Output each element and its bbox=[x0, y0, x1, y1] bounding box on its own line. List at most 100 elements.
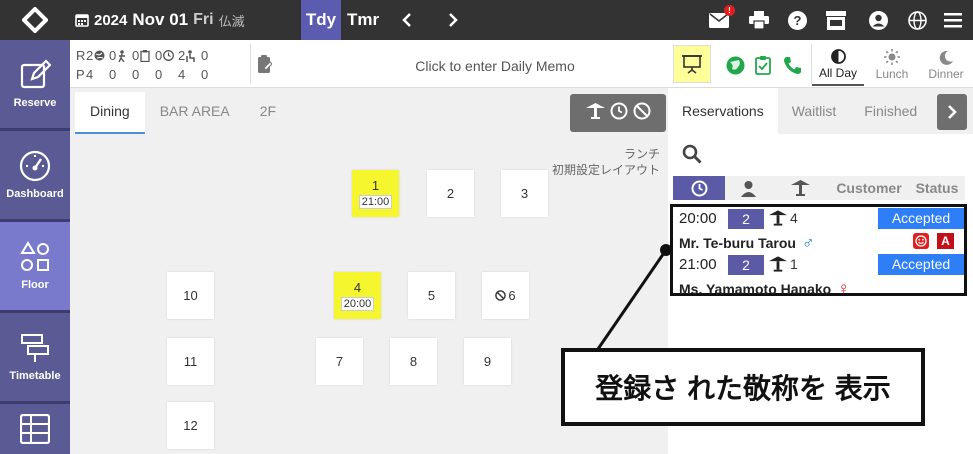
sort-time-button[interactable] bbox=[673, 176, 725, 200]
menu-button[interactable] bbox=[941, 8, 965, 32]
sidebar-item-floor[interactable]: Floor bbox=[0, 222, 70, 310]
status-badge[interactable]: Accepted bbox=[878, 254, 964, 275]
today-button[interactable]: Tdy bbox=[301, 0, 341, 40]
floor-tab-2f[interactable]: 2F bbox=[245, 92, 291, 134]
timetable-icon bbox=[21, 334, 49, 362]
table-number: 9 bbox=[483, 354, 492, 369]
stat-seated: 0 bbox=[201, 65, 224, 84]
next-day-button[interactable] bbox=[441, 0, 465, 40]
tab-reservations[interactable]: Reservations bbox=[668, 88, 778, 134]
floor-table-8[interactable]: 8 bbox=[390, 338, 437, 385]
store-button[interactable] bbox=[824, 8, 848, 32]
floor-tab-bar-area[interactable]: BAR AREA bbox=[145, 92, 245, 134]
mail-button[interactable]: ! bbox=[707, 5, 735, 32]
table-time: 21:00 bbox=[358, 195, 393, 209]
person-icon bbox=[740, 180, 756, 197]
globe-small-icon bbox=[94, 50, 105, 61]
date-display[interactable]: 2024 Nov 01 Fri 仏滅 bbox=[75, 0, 245, 40]
floor-table-11[interactable]: 11 bbox=[167, 338, 214, 385]
floor-table-5[interactable]: 5 bbox=[408, 272, 455, 319]
table-number: 1 bbox=[790, 256, 798, 272]
svg-text:?: ? bbox=[793, 13, 801, 28]
date-month-day: Nov 01 bbox=[132, 10, 189, 29]
sidebar-item-reserve[interactable]: Reserve bbox=[0, 40, 70, 128]
floor-table-2[interactable]: 2 bbox=[427, 170, 474, 217]
floor-tab-dining[interactable]: Dining bbox=[75, 92, 145, 134]
table-number: 12 bbox=[183, 418, 198, 433]
sidebar-item-label: Timetable bbox=[9, 370, 61, 382]
phone-button[interactable] bbox=[782, 55, 802, 75]
floor-table-6[interactable]: 6 bbox=[482, 272, 529, 319]
floor-table-9[interactable]: 9 bbox=[464, 338, 511, 385]
floor-table-7[interactable]: 7 bbox=[316, 338, 363, 385]
stat-value: 2 bbox=[178, 48, 186, 63]
party-size: 2 bbox=[728, 255, 764, 275]
account-button[interactable] bbox=[866, 8, 890, 32]
seated-icon bbox=[186, 49, 195, 62]
search-icon bbox=[682, 144, 702, 164]
tab-waitlist[interactable]: Waitlist bbox=[778, 88, 851, 134]
sidebar-item-dashboard[interactable]: Dashboard bbox=[0, 131, 70, 219]
table-number: 3 bbox=[520, 186, 529, 201]
time-view-button[interactable] bbox=[610, 102, 628, 125]
block-table-button[interactable] bbox=[633, 102, 651, 125]
column-customer[interactable]: Customer bbox=[829, 176, 909, 200]
table-view-button[interactable] bbox=[585, 102, 605, 124]
top-bar: 2024 Nov 01 Fri 仏滅 Tdy Tmr ! ? bbox=[0, 0, 973, 40]
logo-icon bbox=[22, 7, 48, 33]
globe-icon bbox=[907, 10, 927, 30]
stat-value: 4 bbox=[86, 67, 94, 82]
help-button[interactable]: ? bbox=[785, 8, 809, 32]
presentation-view-button[interactable] bbox=[673, 45, 711, 83]
daily-memo-field[interactable]: Click to enter Daily Memo bbox=[320, 58, 670, 74]
print-button[interactable] bbox=[747, 8, 771, 32]
meal-all-day-button[interactable]: All Day bbox=[812, 44, 864, 86]
table-number: 5 bbox=[427, 288, 436, 303]
clock-small-icon bbox=[163, 50, 175, 61]
meal-lunch-button[interactable]: Lunch bbox=[866, 44, 918, 86]
stat-walkin: 0 bbox=[132, 65, 155, 84]
tab-finished[interactable]: Finished bbox=[850, 88, 931, 134]
male-icon: ♂ bbox=[801, 233, 815, 252]
stat-web: 0 bbox=[109, 46, 132, 65]
chevron-right-icon bbox=[948, 105, 957, 119]
meal-dinner-button[interactable]: Dinner bbox=[920, 44, 972, 86]
layout-label-meal: ランチ bbox=[623, 147, 660, 161]
language-button[interactable] bbox=[905, 8, 929, 32]
floor-table-10[interactable]: 10 bbox=[167, 272, 214, 319]
presentation-icon bbox=[682, 55, 702, 74]
store-icon bbox=[826, 10, 846, 30]
web-booking-button[interactable] bbox=[725, 55, 745, 75]
floor-table-4[interactable]: 4 20:00 bbox=[334, 272, 381, 319]
floor-table-3[interactable]: 3 bbox=[501, 170, 548, 217]
prev-day-button[interactable] bbox=[395, 0, 419, 40]
stat-value: 2 bbox=[86, 48, 94, 63]
search-button[interactable] bbox=[682, 144, 702, 169]
table-number: 11 bbox=[183, 354, 198, 369]
status-badge[interactable]: Accepted bbox=[878, 208, 964, 229]
stat-value: 0 bbox=[201, 48, 209, 63]
table-icon bbox=[769, 256, 787, 272]
stats-row-people: P 4 0 0 0 4 0 bbox=[76, 65, 224, 84]
app-logo[interactable] bbox=[0, 0, 70, 40]
floor-table-12[interactable]: 12 bbox=[167, 402, 214, 449]
stat-value: 0 bbox=[201, 67, 209, 82]
party-size: 2 bbox=[728, 209, 764, 229]
checklist-button[interactable] bbox=[753, 55, 773, 75]
list-item[interactable]: 20:00 2 4 Accepted Mr. Te-buru Tarou ♂ A bbox=[673, 207, 964, 252]
sidebar-item-timetable[interactable]: Timetable bbox=[0, 313, 70, 401]
stat-walkin: 0 bbox=[132, 46, 155, 65]
memo-icon-button[interactable] bbox=[258, 55, 273, 78]
sort-party-button[interactable] bbox=[725, 176, 771, 200]
floor-table-1[interactable]: 1 21:00 bbox=[352, 170, 399, 217]
meal-label: All Day bbox=[818, 65, 857, 80]
tabs-next-button[interactable] bbox=[937, 94, 967, 130]
sun-icon bbox=[884, 49, 900, 65]
clock-icon bbox=[610, 102, 627, 119]
list-item[interactable]: 21:00 2 1 Accepted Ms. Yamamoto Hanako ♀ bbox=[673, 253, 964, 298]
a-tag-badge: A bbox=[937, 233, 954, 249]
sort-table-button[interactable] bbox=[771, 176, 829, 200]
tomorrow-button[interactable]: Tmr bbox=[343, 0, 383, 40]
column-status[interactable]: Status bbox=[909, 176, 965, 200]
sidebar-item-table[interactable] bbox=[0, 404, 70, 454]
